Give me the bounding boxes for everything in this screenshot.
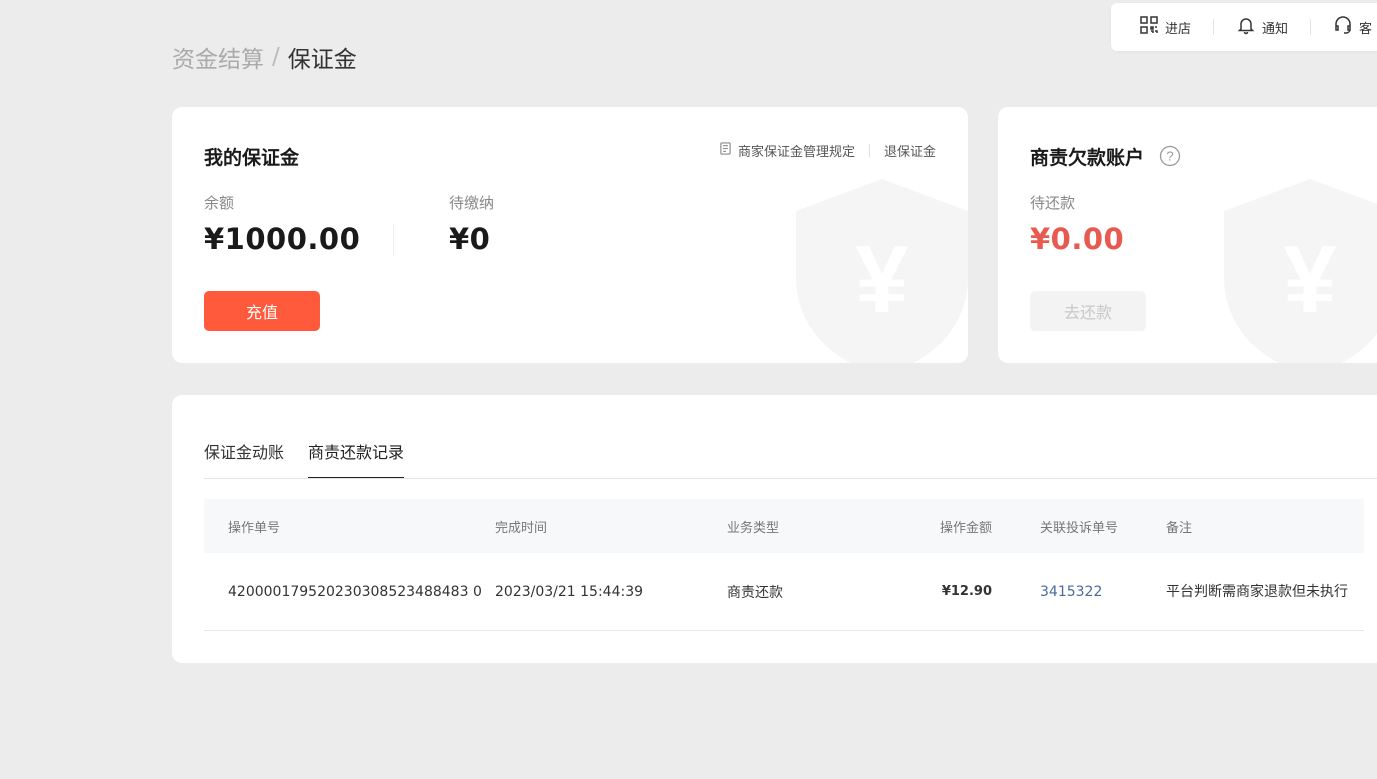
column-header: 关联投诉单号 <box>1040 520 1119 536</box>
debt-card-title: 商责欠款账户 <box>1030 147 1145 169</box>
column-header: 业务类型 <box>727 520 780 536</box>
remark-cell: 平台判断需商家退款但未执行 <box>1166 583 1348 600</box>
enter-store-label: 进店 <box>1165 21 1192 37</box>
svg-text:?: ? <box>1166 149 1173 164</box>
shield-yen-watermark-icon: ¥ <box>1224 179 1377 363</box>
svg-text:¥: ¥ <box>855 226 908 333</box>
help-icon[interactable]: ? <box>1159 145 1181 167</box>
complaint-number-link[interactable]: 3415322 <box>992 584 1166 600</box>
table-header: 操作单号 完成时间 业务类型 操作金额 关联投诉单号 备注 <box>204 499 1364 553</box>
document-icon <box>719 142 732 159</box>
deposit-card-title: 我的保证金 <box>204 147 300 169</box>
tab-deposit-transactions[interactable]: 保证金动账 <box>204 439 284 479</box>
recharge-button[interactable]: 充值 <box>204 291 320 331</box>
column-header: 操作金额 <box>939 520 992 536</box>
customer-service-label: 客 <box>1359 21 1373 37</box>
due-value: ¥0.00 <box>1030 222 1125 256</box>
tab-divider <box>204 478 1377 479</box>
shield-yen-watermark-icon: ¥ <box>796 179 968 363</box>
toolbar-divider <box>1213 19 1215 35</box>
repay-button[interactable]: 去还款 <box>1030 291 1146 331</box>
my-deposit-card: ¥ 我的保证金 商家保证金管理规定 退保证金 余额 ¥1000.00 待缴纳 ¥… <box>172 107 968 363</box>
breadcrumb-parent[interactable]: 资金结算 <box>172 40 264 74</box>
amount-divider <box>393 224 394 256</box>
records-card: 保证金动账 商责还款记录 操作单号 完成时间 业务类型 操作金额 关联投诉单号 … <box>172 395 1377 663</box>
link-divider <box>868 144 870 157</box>
due-label: 待还款 <box>1030 194 1076 212</box>
deposit-links: 商家保证金管理规定 退保证金 <box>719 141 936 160</box>
debt-account-card: ¥ 商责欠款账户 ? 待还款 ¥0.00 去还款 <box>998 107 1377 363</box>
balance-value: ¥1000.00 <box>204 222 361 256</box>
notification-label: 通知 <box>1262 21 1289 37</box>
toolbar-divider <box>1310 19 1312 35</box>
table-row: 420000179520230308523488483 0 2023/03/21… <box>204 553 1364 631</box>
business-type-cell: 商责还款 <box>727 584 783 601</box>
column-header: 备注 <box>1166 520 1193 536</box>
column-header: 完成时间 <box>495 520 548 536</box>
breadcrumb: 资金结算 / 保证金 <box>172 40 357 74</box>
svg-text:¥: ¥ <box>1283 226 1336 333</box>
page-title: 保证金 <box>287 47 357 73</box>
balance-label: 余额 <box>204 194 235 212</box>
headset-icon <box>1333 15 1353 39</box>
pending-label: 待缴纳 <box>449 194 495 212</box>
column-header: 操作单号 <box>228 520 281 536</box>
notification-button[interactable]: 通知 <box>1236 15 1288 39</box>
rules-link-label: 商家保证金管理规定 <box>737 145 855 160</box>
enter-store-button[interactable]: 进店 <box>1139 15 1191 39</box>
amount-cell: ¥12.90 <box>941 584 992 599</box>
record-tabs: 保证金动账 商责还款记录 <box>204 439 405 479</box>
pending-value: ¥0 <box>449 222 491 256</box>
rules-link[interactable]: 商家保证金管理规定 <box>719 141 855 160</box>
finished-time-cell: 2023/03/21 15:44:39 <box>495 583 644 600</box>
top-toolbar: 进店 通知 客 <box>1111 3 1377 51</box>
customer-service-button[interactable]: 客 <box>1333 15 1372 39</box>
breadcrumb-separator: / <box>272 44 280 70</box>
order-number-cell: 420000179520230308523488483 0 <box>228 583 482 600</box>
repayment-table: 操作单号 完成时间 业务类型 操作金额 关联投诉单号 备注 4200001795… <box>204 499 1364 631</box>
qr-code-icon <box>1139 15 1159 39</box>
bell-icon <box>1236 15 1256 39</box>
tab-repayment-records[interactable]: 商责还款记录 <box>308 439 405 479</box>
refund-deposit-link[interactable]: 退保证金 <box>884 141 936 160</box>
